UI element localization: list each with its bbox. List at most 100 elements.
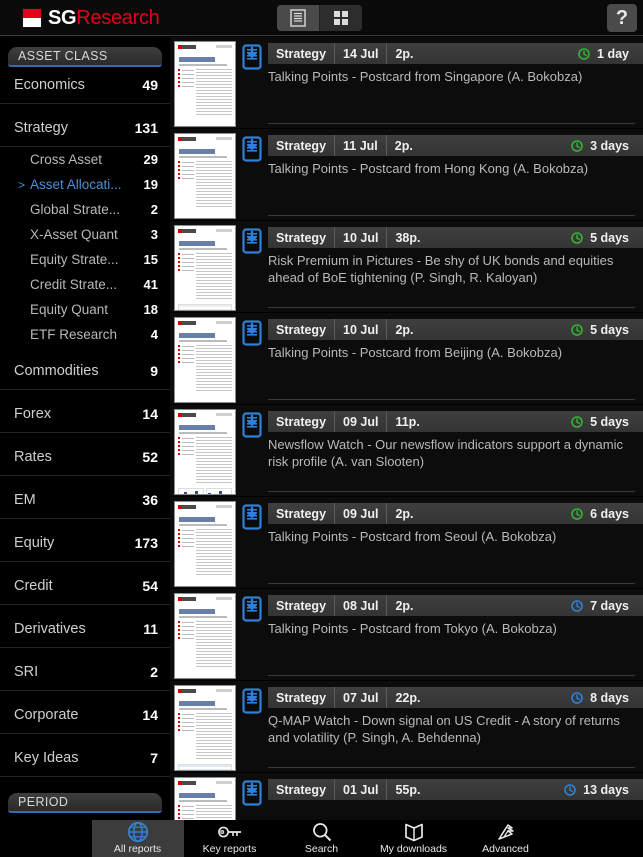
period-header: PERIOD (8, 793, 162, 813)
sidebar-item-key-ideas[interactable]: Key Ideas 7 (0, 740, 170, 777)
period-item-last-24-hours[interactable]: Last 24 hours46 (0, 813, 170, 820)
clock-icon (571, 139, 583, 152)
report-title[interactable]: Newsflow Watch - Our newsflow indicators… (268, 436, 635, 470)
sidebar-item-etf-research[interactable]: ETF Research 4 (0, 322, 170, 347)
report-list-item[interactable]: Strategy 10 Jul 38p. 5 days Risk Premium in … (170, 221, 643, 313)
item-divider (268, 491, 635, 492)
report-list-item[interactable]: Strategy 07 Jul 22p. 8 days Q-MAP Watch - Do… (170, 681, 643, 773)
sidebar-item-commodities[interactable]: Commodities 9 (0, 353, 170, 390)
thumb-body (178, 345, 232, 393)
report-thumbnail[interactable] (174, 777, 236, 820)
sidebar-item-strategy[interactable]: Strategy 131 (0, 110, 170, 147)
download-document-icon[interactable] (240, 688, 264, 714)
nav-item-search[interactable]: Search (276, 820, 368, 857)
sidebar-item-credit-strate[interactable]: Credit Strate... 41 (0, 272, 170, 297)
grid-view-button[interactable] (320, 5, 362, 31)
sidebar-item-equity-strate[interactable]: Equity Strate... 15 (0, 247, 170, 272)
report-pages: 11p. (386, 411, 427, 432)
download-document-icon[interactable] (240, 228, 264, 254)
sidebar-item-label: Derivatives (14, 621, 86, 637)
download-document-icon[interactable] (240, 504, 264, 530)
download-document-icon[interactable] (240, 136, 264, 162)
report-list-item[interactable]: Strategy 14 Jul 2p. 1 day Talking Points - P… (170, 37, 643, 129)
thumb-title-bar (179, 333, 215, 338)
report-thumbnail[interactable] (174, 501, 236, 587)
sidebar-item-equity-quant[interactable]: Equity Quant 18 (0, 297, 170, 322)
list-view-button[interactable] (277, 5, 319, 31)
report-list-item[interactable]: Strategy 09 Jul 11p. 5 days Newsflow Watch -… (170, 405, 643, 497)
report-thumbnail[interactable] (174, 41, 236, 127)
report-meta-bar: Strategy 10 Jul 38p. 5 days (268, 227, 643, 248)
sidebar-item-economics[interactable]: Economics 49 (0, 67, 170, 104)
sidebar-item-x-asset-quant[interactable]: X-Asset Quant 3 (0, 222, 170, 247)
sidebar-item-count: 54 (142, 578, 158, 594)
download-document-icon[interactable] (240, 596, 264, 622)
report-thumbnail[interactable] (174, 317, 236, 403)
thumb-subtitle-bar (179, 340, 227, 342)
report-age: 13 days (564, 783, 643, 797)
report-title[interactable]: Risk Premium in Pictures - Be shy of UK … (268, 252, 635, 286)
report-title[interactable]: Talking Points - Postcard from Tokyo (A.… (268, 620, 635, 637)
logo-text-research: Research (76, 6, 160, 29)
nav-item-all-reports[interactable]: All reports (91, 820, 184, 857)
clock-icon (571, 323, 583, 336)
report-meta-bar: Strategy 10 Jul 2p. 5 days (268, 319, 643, 340)
sg-square-logo-icon (22, 8, 42, 28)
report-age-label: 7 days (590, 598, 629, 613)
download-document-icon[interactable] (240, 780, 264, 806)
nav-item-key-reports[interactable]: Key reports (184, 820, 276, 857)
report-thumbnail[interactable] (174, 409, 236, 495)
download-document-icon[interactable] (240, 320, 264, 346)
sidebar-item-corporate[interactable]: Corporate 14 (0, 697, 170, 734)
sidebar-item-label: Equity Quant (30, 302, 109, 317)
report-pages: 2p. (386, 595, 421, 616)
sidebar-item-count: 41 (143, 277, 158, 292)
sidebar-item-count: 29 (143, 152, 158, 167)
report-thumbnail[interactable] (174, 133, 236, 219)
sidebar-item-asset-allocati[interactable]: > Asset Allocati... 19 (0, 172, 170, 197)
report-title[interactable]: Talking Points - Postcard from Seoul (A.… (268, 528, 635, 545)
report-age-label: 13 days (583, 782, 629, 797)
sidebar-item-equity[interactable]: Equity 173 (0, 525, 170, 562)
sidebar-item-em[interactable]: EM 36 (0, 482, 170, 519)
book-icon (404, 823, 424, 842)
report-date: 14 Jul (334, 43, 386, 64)
report-list-item[interactable]: Strategy 10 Jul 2p. 5 days Talking Points - … (170, 313, 643, 405)
nav-item-advanced[interactable]: Advanced (460, 820, 552, 857)
report-pages: 2p. (385, 135, 421, 156)
report-title[interactable]: Talking Points - Postcard from Singapore… (268, 68, 635, 85)
sidebar-item-rates[interactable]: Rates 52 (0, 439, 170, 476)
report-title[interactable]: Q-MAP Watch - Down signal on US Credit -… (268, 712, 635, 746)
sidebar-item-sri[interactable]: SRI 2 (0, 654, 170, 691)
download-document-icon[interactable] (240, 412, 264, 438)
sidebar-item-cross-asset[interactable]: Cross Asset 29 (0, 147, 170, 172)
report-list-item[interactable]: Strategy 08 Jul 2p. 7 days Talking Points - … (170, 589, 643, 681)
report-age: 5 days (571, 323, 643, 337)
filter-sidebar[interactable]: ASSET CLASS Economics 49 Strategy 131 Cross … (0, 37, 170, 820)
report-thumbnail[interactable] (174, 593, 236, 679)
sidebar-item-global-strate[interactable]: Global Strate... 2 (0, 197, 170, 222)
report-list-item[interactable]: Strategy 09 Jul 2p. 6 days Talking Points - … (170, 497, 643, 589)
thumb-title-bar (179, 57, 215, 62)
thumb-header (178, 597, 232, 603)
nav-item-my-downloads[interactable]: My downloads (368, 820, 460, 857)
report-list[interactable]: Strategy 14 Jul 2p. 1 day Talking Points - P… (170, 37, 643, 820)
thumb-subtitle-bar (179, 616, 227, 618)
nav-item-label: My downloads (379, 842, 448, 855)
help-button[interactable]: ? (607, 4, 637, 32)
report-list-item[interactable]: Strategy 11 Jul 2p. 3 days Talking Points - … (170, 129, 643, 221)
asset-class-list: Economics 49 Strategy 131 Cross Asset 29 > Asse… (0, 67, 170, 783)
report-list-item[interactable]: Strategy 01 Jul 55p. 13 days (170, 773, 643, 820)
sidebar-item-label: Credit (14, 578, 53, 594)
report-pages: 38p. (386, 227, 428, 248)
sidebar-item-derivatives[interactable]: Derivatives 11 (0, 611, 170, 648)
report-thumbnail[interactable] (174, 225, 236, 311)
sidebar-item-count: 7 (150, 750, 158, 766)
sidebar-item-forex[interactable]: Forex 14 (0, 396, 170, 433)
download-document-icon[interactable] (240, 44, 264, 70)
report-title[interactable]: Talking Points - Postcard from Hong Kong… (268, 160, 635, 177)
sidebar-item-credit[interactable]: Credit 54 (0, 568, 170, 605)
thumb-header (178, 781, 232, 787)
report-title[interactable]: Talking Points - Postcard from Beijing (… (268, 344, 635, 361)
report-thumbnail[interactable] (174, 685, 236, 771)
